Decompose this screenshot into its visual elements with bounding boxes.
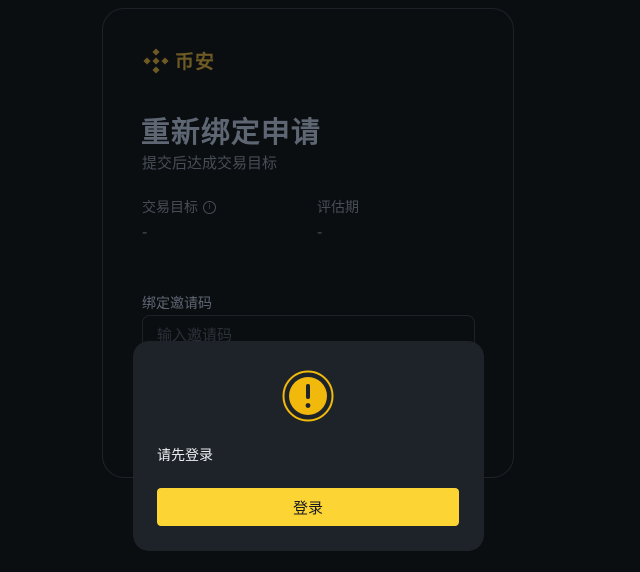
login-button[interactable]: 登录 <box>157 488 459 526</box>
stat-evaluation-period: 评估期 - <box>317 197 359 241</box>
page-subtitle: 提交后达成交易目标 <box>142 154 278 172</box>
exclamation-warning-icon <box>282 370 334 422</box>
invite-code-label: 绑定邀请码 <box>142 296 212 312</box>
stat-label: 评估期 <box>317 200 359 216</box>
brand-name: 币安 <box>175 51 216 73</box>
stat-label: 交易目标 <box>142 200 198 216</box>
binance-logo-icon <box>143 47 169 74</box>
page-title: 重新绑定申请 <box>141 115 322 149</box>
page: 币安 重新绑定申请 提交后达成交易目标 交易目标 i - 评估期 - 绑定邀请码 <box>0 0 640 572</box>
login-required-modal: 请先登录 登录 <box>133 341 484 551</box>
stat-value: - <box>142 223 148 241</box>
info-icon[interactable]: i <box>203 200 216 214</box>
stat-trading-target: 交易目标 i - <box>142 197 216 241</box>
stat-value: - <box>317 223 323 241</box>
modal-message: 请先登录 <box>157 448 213 464</box>
brand-logo[interactable]: 币安 <box>143 47 215 74</box>
